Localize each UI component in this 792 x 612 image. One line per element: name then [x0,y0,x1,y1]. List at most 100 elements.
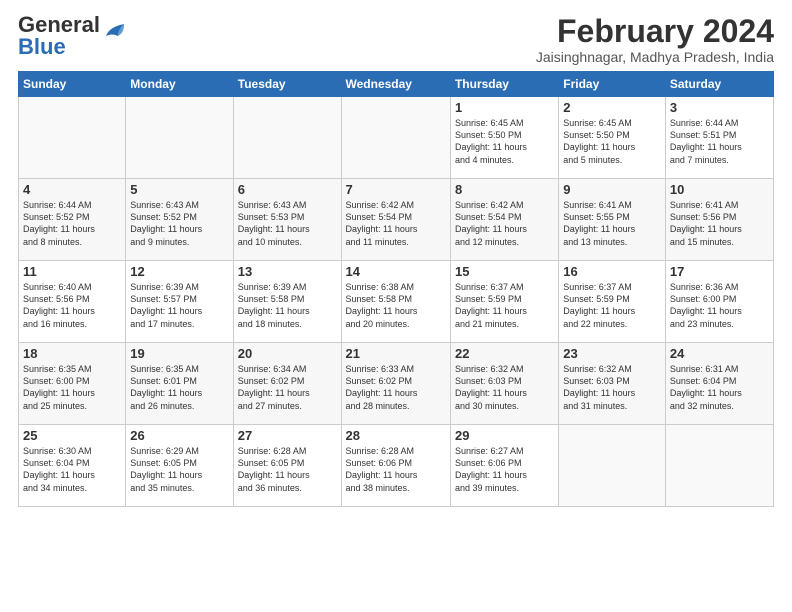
day-cell: 18Sunrise: 6:35 AM Sunset: 6:00 PM Dayli… [19,343,126,425]
col-header-monday: Monday [126,72,233,97]
day-info: Sunrise: 6:45 AM Sunset: 5:50 PM Dayligh… [563,117,661,166]
day-info: Sunrise: 6:27 AM Sunset: 6:06 PM Dayligh… [455,445,554,494]
day-cell: 12 Sunrise: 6:39 AM Sunset: 5:57 PM Dayli… [126,261,233,343]
day-info: Sunrise: 6:43 AM Sunset: 5:53 PM Dayligh… [238,199,337,248]
day-number: 26 [130,428,228,443]
logo-blue: Blue [18,34,66,59]
col-header-friday: Friday [559,72,666,97]
day-cell: 6 Sunrise: 6:43 AM Sunset: 5:53 PM Daylig… [233,179,341,261]
day-cell: 7Sunrise: 6:42 AM Sunset: 5:54 PM Daylig… [341,179,450,261]
day-info: Sunrise: 6:39 AM Sunset: 5:57 PM Dayligh… [130,281,228,330]
day-info: Sunrise: 6:32 AM Sunset: 6:03 PM Dayligh… [455,363,554,412]
day-info: Sunrise: 6:41 AM Sunset: 5:55 PM Dayligh… [563,199,661,248]
day-info: Sunrise: 6:28 AM Sunset: 6:06 PM Dayligh… [346,445,446,494]
day-cell: 10 Sunrise: 6:41 AM Sunset: 5:56 PM Dayli… [665,179,773,261]
day-info: Sunrise: 6:38 AM Sunset: 5:58 PM Dayligh… [346,281,446,330]
day-info: Sunrise: 6:37 AM Sunset: 5:59 PM Dayligh… [563,281,661,330]
header: General Blue February 2024 Jaisinghnagar… [18,14,774,65]
day-number: 17 [670,264,769,279]
day-cell [341,97,450,179]
calendar-table: SundayMondayTuesdayWednesdayThursdayFrid… [18,71,774,507]
month-year: February 2024 [536,14,774,49]
day-cell: 2 Sunrise: 6:45 AM Sunset: 5:50 PM Daylig… [559,97,666,179]
day-number: 4 [23,182,121,197]
day-cell: 29 Sunrise: 6:27 AM Sunset: 6:06 PM Dayli… [450,425,558,507]
day-info: Sunrise: 6:39 AM Sunset: 5:58 PM Dayligh… [238,281,337,330]
day-cell [19,97,126,179]
day-cell: 9 Sunrise: 6:41 AM Sunset: 5:55 PM Daylig… [559,179,666,261]
day-info: Sunrise: 6:35 AM Sunset: 6:00 PM Dayligh… [23,363,121,412]
day-info: Sunrise: 6:36 AM Sunset: 6:00 PM Dayligh… [670,281,769,330]
day-info: Sunrise: 6:33 AM Sunset: 6:02 PM Dayligh… [346,363,446,412]
col-header-thursday: Thursday [450,72,558,97]
day-number: 6 [238,182,337,197]
week-row-4: 18Sunrise: 6:35 AM Sunset: 6:00 PM Dayli… [19,343,774,425]
day-number: 5 [130,182,228,197]
logo-bird-icon [104,22,126,40]
day-cell [559,425,666,507]
day-cell: 16 Sunrise: 6:37 AM Sunset: 5:59 PM Dayli… [559,261,666,343]
day-cell: 14 Sunrise: 6:38 AM Sunset: 5:58 PM Dayli… [341,261,450,343]
day-cell: 4Sunrise: 6:44 AM Sunset: 5:52 PM Daylig… [19,179,126,261]
day-number: 14 [346,264,446,279]
day-number: 21 [346,346,446,361]
col-header-saturday: Saturday [665,72,773,97]
day-info: Sunrise: 6:41 AM Sunset: 5:56 PM Dayligh… [670,199,769,248]
week-row-3: 11 Sunrise: 6:40 AM Sunset: 5:56 PM Dayli… [19,261,774,343]
day-cell: 11 Sunrise: 6:40 AM Sunset: 5:56 PM Dayli… [19,261,126,343]
day-number: 16 [563,264,661,279]
day-cell: 21 Sunrise: 6:33 AM Sunset: 6:02 PM Dayli… [341,343,450,425]
day-number: 10 [670,182,769,197]
day-number: 2 [563,100,661,115]
day-info: Sunrise: 6:42 AM Sunset: 5:54 PM Dayligh… [455,199,554,248]
calendar-page: General Blue February 2024 Jaisinghnagar… [0,0,792,612]
day-cell [233,97,341,179]
day-number: 13 [238,264,337,279]
day-info: Sunrise: 6:43 AM Sunset: 5:52 PM Dayligh… [130,199,228,248]
day-cell: 25 Sunrise: 6:30 AM Sunset: 6:04 PM Dayli… [19,425,126,507]
day-number: 8 [455,182,554,197]
day-number: 15 [455,264,554,279]
location: Jaisinghnagar, Madhya Pradesh, India [536,49,774,65]
day-info: Sunrise: 6:35 AM Sunset: 6:01 PM Dayligh… [130,363,228,412]
day-info: Sunrise: 6:45 AM Sunset: 5:50 PM Dayligh… [455,117,554,166]
day-number: 29 [455,428,554,443]
day-number: 24 [670,346,769,361]
day-number: 25 [23,428,121,443]
day-cell: 20 Sunrise: 6:34 AM Sunset: 6:02 PM Dayli… [233,343,341,425]
day-cell [126,97,233,179]
col-header-sunday: Sunday [19,72,126,97]
day-info: Sunrise: 6:30 AM Sunset: 6:04 PM Dayligh… [23,445,121,494]
day-info: Sunrise: 6:31 AM Sunset: 6:04 PM Dayligh… [670,363,769,412]
day-cell: 26 Sunrise: 6:29 AM Sunset: 6:05 PM Dayli… [126,425,233,507]
day-number: 9 [563,182,661,197]
day-number: 3 [670,100,769,115]
day-cell: 23 Sunrise: 6:32 AM Sunset: 6:03 PM Dayli… [559,343,666,425]
header-row: SundayMondayTuesdayWednesdayThursdayFrid… [19,72,774,97]
day-number: 28 [346,428,446,443]
day-number: 1 [455,100,554,115]
col-header-tuesday: Tuesday [233,72,341,97]
day-cell: 19Sunrise: 6:35 AM Sunset: 6:01 PM Dayli… [126,343,233,425]
day-info: Sunrise: 6:29 AM Sunset: 6:05 PM Dayligh… [130,445,228,494]
day-info: Sunrise: 6:28 AM Sunset: 6:05 PM Dayligh… [238,445,337,494]
logo-text: General Blue [18,14,100,58]
day-cell: 27Sunrise: 6:28 AM Sunset: 6:05 PM Dayli… [233,425,341,507]
week-row-5: 25 Sunrise: 6:30 AM Sunset: 6:04 PM Dayli… [19,425,774,507]
day-number: 20 [238,346,337,361]
day-number: 23 [563,346,661,361]
day-number: 12 [130,264,228,279]
logo: General Blue [18,14,126,58]
day-cell: 17 Sunrise: 6:36 AM Sunset: 6:00 PM Dayli… [665,261,773,343]
day-cell: 28 Sunrise: 6:28 AM Sunset: 6:06 PM Dayli… [341,425,450,507]
day-cell [665,425,773,507]
week-row-1: 1 Sunrise: 6:45 AM Sunset: 5:50 PM Daylig… [19,97,774,179]
day-cell: 13 Sunrise: 6:39 AM Sunset: 5:58 PM Dayli… [233,261,341,343]
title-section: February 2024 Jaisinghnagar, Madhya Prad… [536,14,774,65]
day-info: Sunrise: 6:42 AM Sunset: 5:54 PM Dayligh… [346,199,446,248]
day-info: Sunrise: 6:34 AM Sunset: 6:02 PM Dayligh… [238,363,337,412]
day-info: Sunrise: 6:40 AM Sunset: 5:56 PM Dayligh… [23,281,121,330]
week-row-2: 4Sunrise: 6:44 AM Sunset: 5:52 PM Daylig… [19,179,774,261]
day-number: 11 [23,264,121,279]
day-info: Sunrise: 6:32 AM Sunset: 6:03 PM Dayligh… [563,363,661,412]
